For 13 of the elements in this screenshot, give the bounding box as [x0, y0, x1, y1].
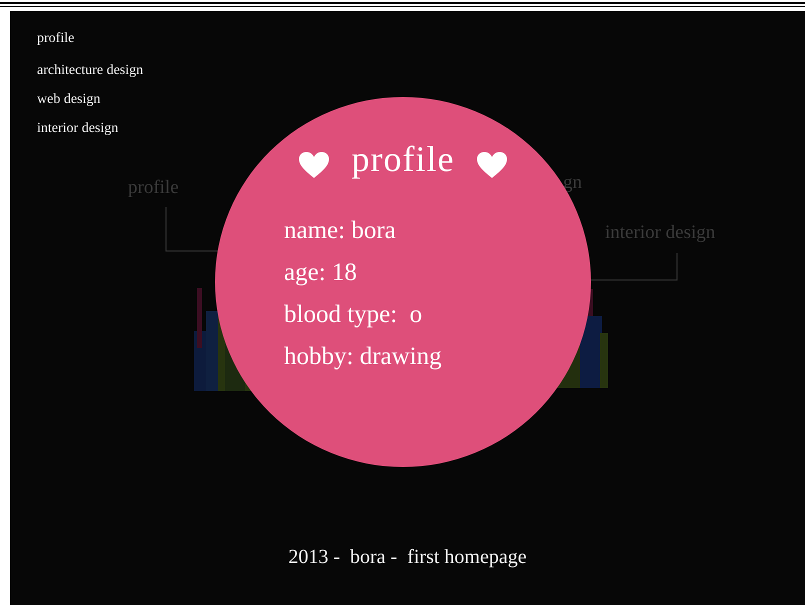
menu-link[interactable]: interior design: [37, 119, 144, 138]
heart-icon: [298, 151, 330, 179]
leader-line: [166, 206, 220, 252]
profile-field: blood type: o: [284, 297, 442, 333]
menu-link[interactable]: profile: [37, 29, 144, 48]
profile-title: profile: [352, 138, 454, 181]
footer-text: 2013 - bora - first homepage: [287, 546, 528, 569]
profile-field: hobby: drawing: [284, 339, 442, 375]
menu-link[interactable]: architecture design: [37, 61, 144, 80]
profile-field: age: 18: [284, 255, 442, 291]
heart-icon: [476, 151, 508, 179]
menu-link[interactable]: web design: [37, 90, 144, 109]
profile-field: name: bora: [284, 213, 442, 249]
